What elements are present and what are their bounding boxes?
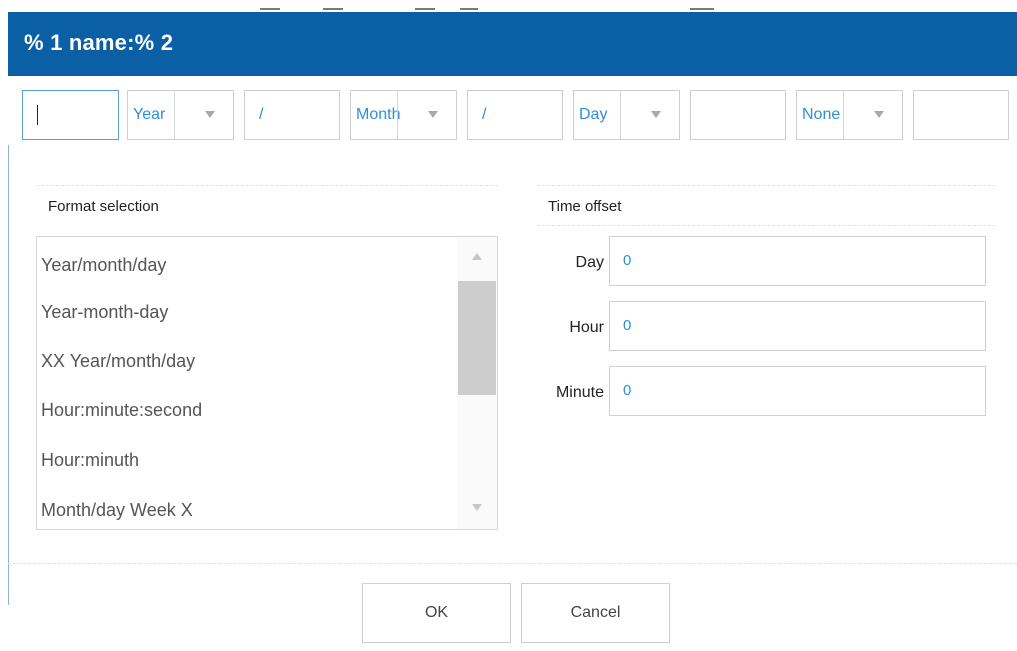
cancel-button[interactable]: Cancel	[521, 583, 670, 643]
list-item[interactable]: XX Year/month/day	[41, 351, 195, 372]
select-divider	[174, 91, 175, 139]
time-offset-title: Time offset	[548, 198, 622, 215]
format-dialog: % 1 name:% 2 Year / Month / Day None For…	[0, 0, 1017, 651]
background-line	[460, 8, 478, 10]
list-item[interactable]: Hour:minute:second	[41, 400, 202, 421]
left-edge	[8, 145, 9, 605]
chevron-down-icon[interactable]	[205, 111, 215, 118]
title-bar: % 1 name:% 2	[8, 12, 1017, 76]
year-select[interactable]: Year	[127, 90, 234, 140]
separator-2-value: /	[482, 106, 487, 123]
list-item[interactable]: Month/day Week X	[41, 500, 193, 521]
day-select-label: Day	[579, 106, 608, 123]
year-select-label: Year	[133, 106, 166, 123]
select-divider	[620, 91, 621, 139]
hour-offset-input[interactable]: 0	[609, 301, 986, 351]
suffix-input[interactable]	[913, 90, 1009, 140]
day-select[interactable]: Day	[573, 90, 680, 140]
chevron-down-icon[interactable]	[651, 111, 661, 118]
separator-1-value: /	[259, 106, 264, 123]
minute-offset-input[interactable]: 0	[609, 366, 986, 416]
background-line	[260, 8, 280, 10]
dialog-title: % 1 name:% 2	[24, 30, 174, 55]
list-scrollbar[interactable]	[457, 237, 497, 529]
triangle-up-icon[interactable]	[472, 253, 482, 260]
format-builder-row: Year / Month / Day None	[0, 90, 1017, 142]
hour-offset-value: 0	[623, 317, 632, 334]
time-format-select-label: None	[802, 106, 841, 123]
list-item[interactable]: Year-month-day	[41, 302, 168, 323]
select-divider	[397, 91, 398, 139]
time-format-select[interactable]: None	[796, 90, 903, 140]
section-divider	[36, 185, 498, 186]
month-select-label: Month	[356, 106, 401, 123]
text-caret	[37, 105, 38, 125]
list-item[interactable]: Hour:minuth	[41, 450, 139, 471]
format-list[interactable]: Year/month/day Year-month-day XX Year/mo…	[36, 236, 498, 530]
minute-offset-label: Minute	[555, 384, 604, 401]
background-line	[690, 8, 714, 10]
day-offset-value: 0	[623, 252, 632, 269]
background-line	[415, 8, 435, 10]
month-select[interactable]: Month	[350, 90, 457, 140]
footer-divider	[8, 563, 1017, 564]
day-offset-input[interactable]: 0	[609, 236, 986, 286]
hour-offset-label: Hour	[569, 319, 604, 336]
background-line	[323, 8, 343, 10]
section-divider	[537, 185, 996, 186]
list-item[interactable]: Year/month/day	[41, 255, 166, 276]
day-offset-label: Day	[575, 254, 604, 271]
middle-input[interactable]	[690, 90, 786, 140]
minute-offset-value: 0	[623, 382, 632, 399]
select-divider	[843, 91, 844, 139]
background-fragment	[0, 0, 1017, 12]
separator-input-2[interactable]: /	[467, 90, 563, 140]
section-divider	[537, 225, 996, 226]
triangle-down-icon[interactable]	[472, 504, 482, 511]
chevron-down-icon[interactable]	[428, 111, 438, 118]
chevron-down-icon[interactable]	[874, 111, 884, 118]
format-selection-title: Format selection	[48, 198, 159, 215]
scroll-thumb[interactable]	[458, 281, 496, 395]
prefix-input[interactable]	[22, 90, 119, 140]
ok-button[interactable]: OK	[362, 583, 511, 643]
separator-input-1[interactable]: /	[244, 90, 340, 140]
